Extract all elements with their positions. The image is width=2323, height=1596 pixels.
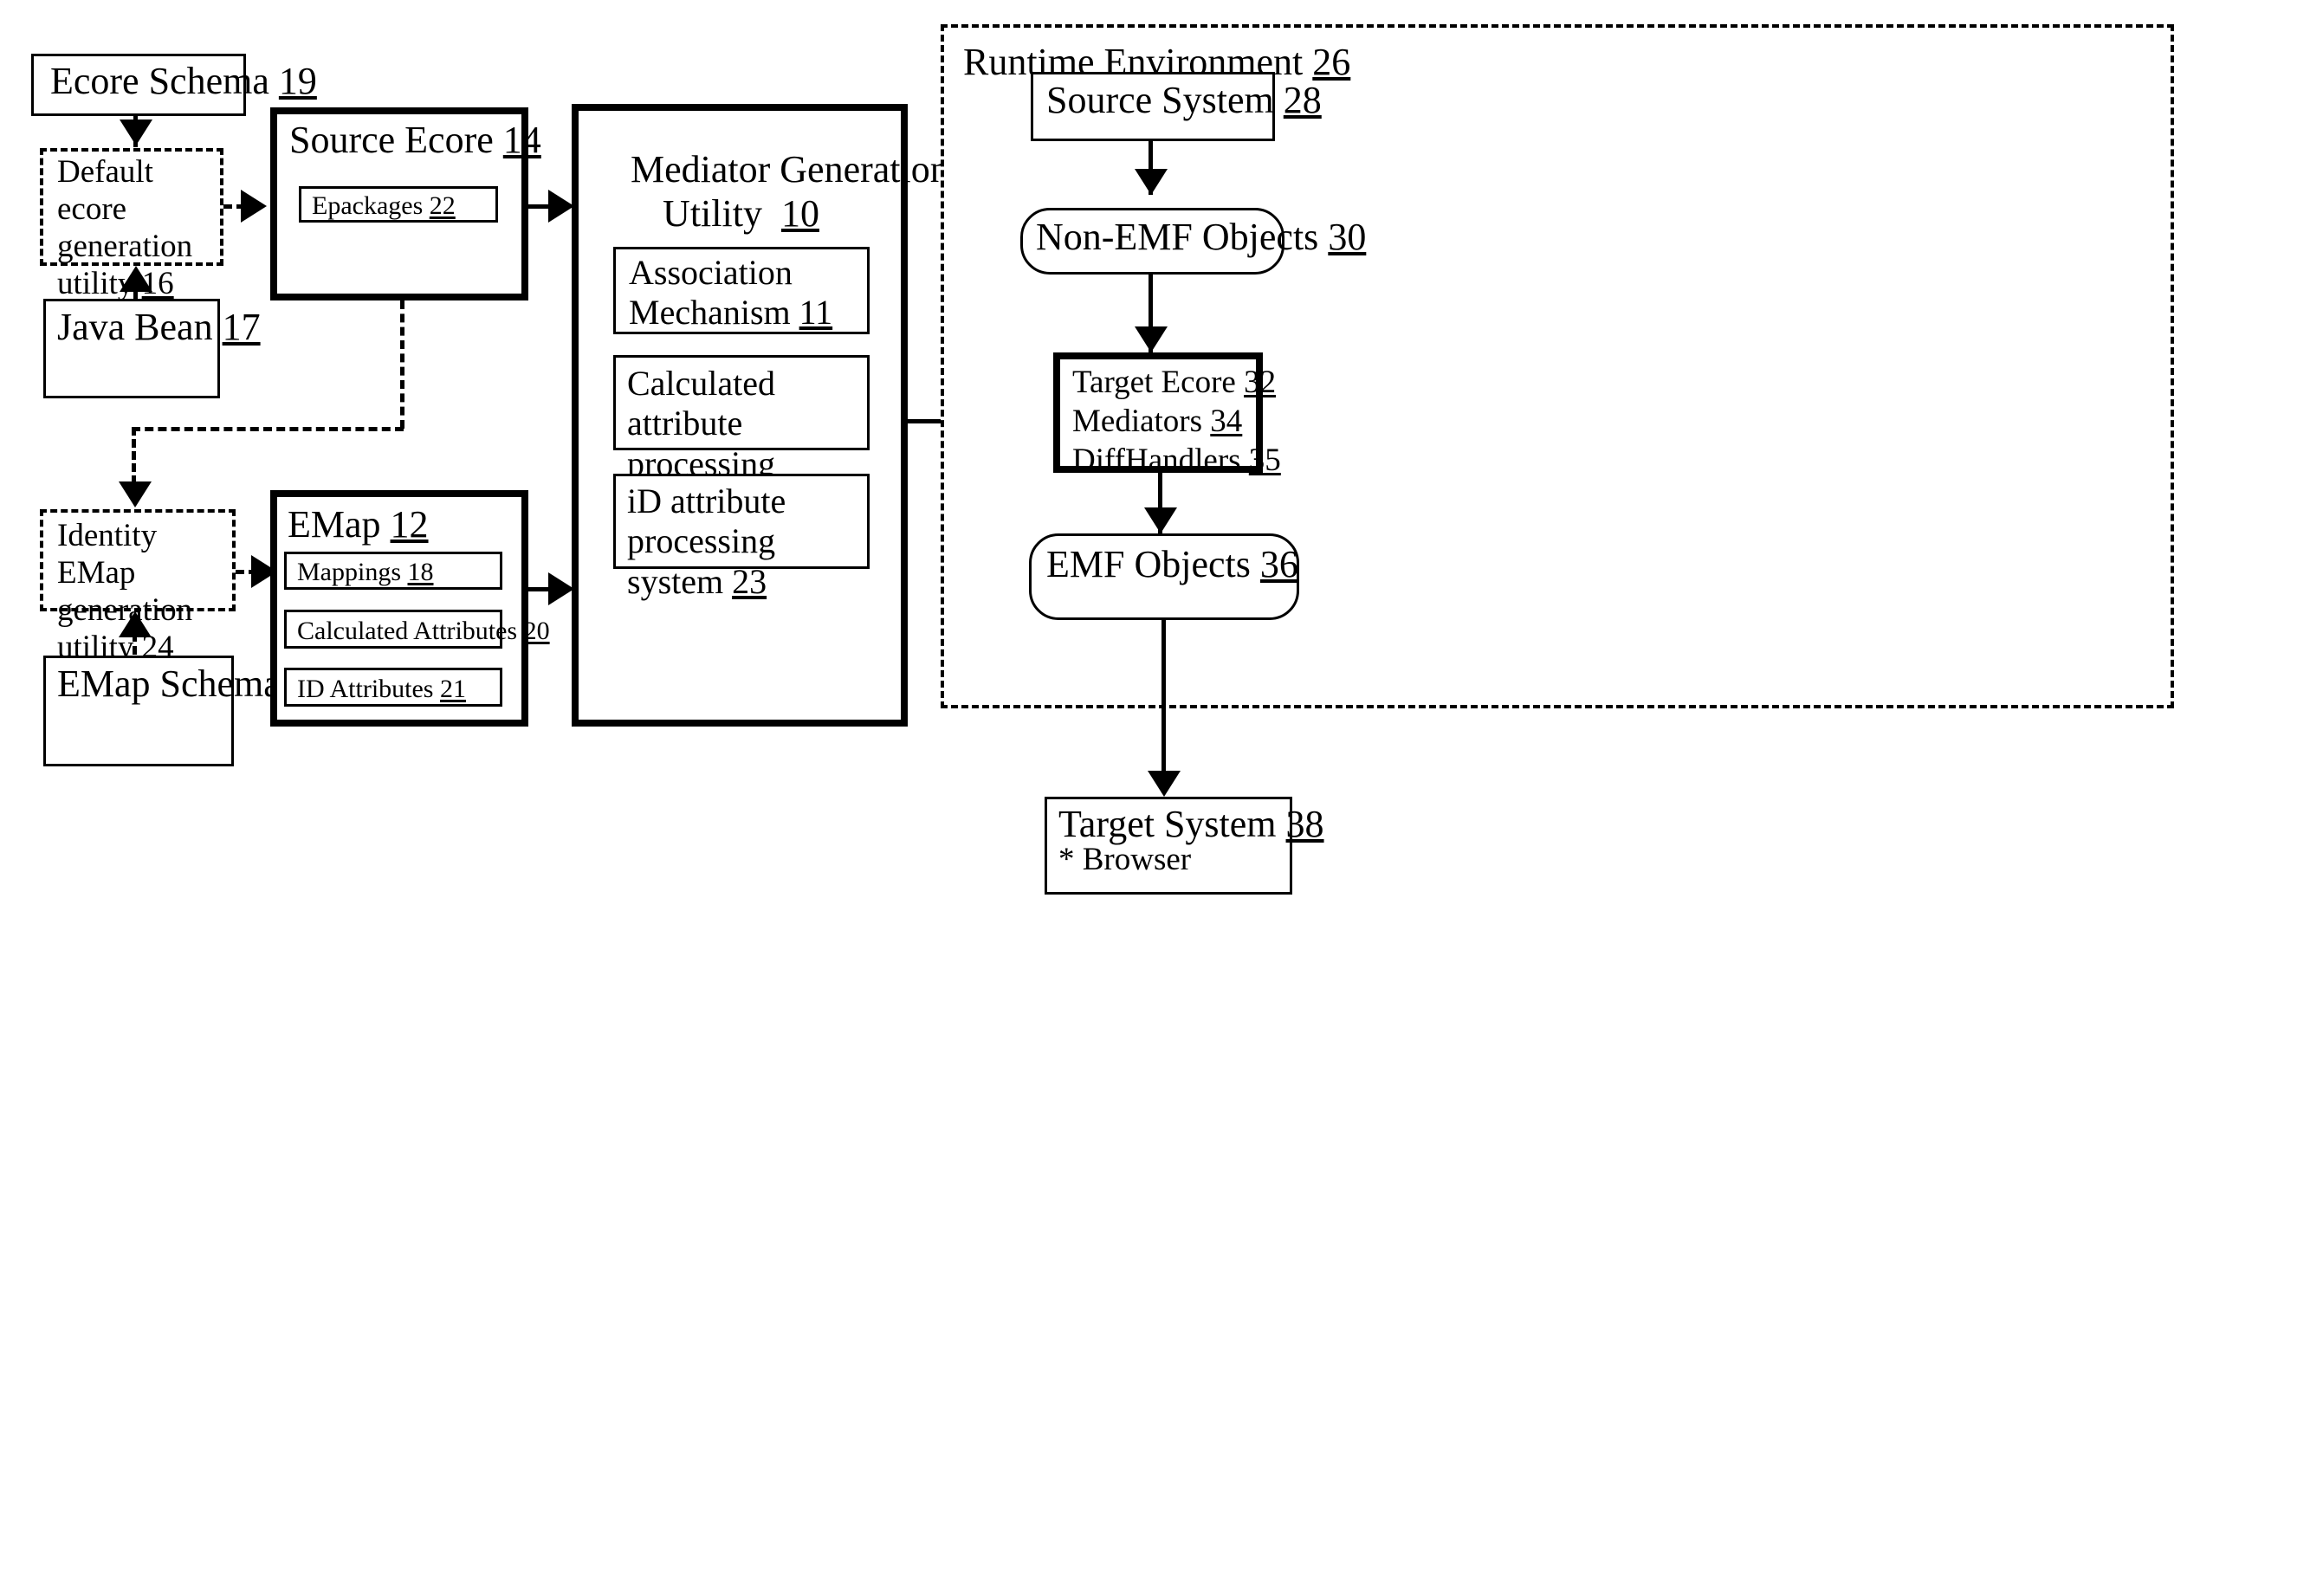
connector-source-ecore-elbow-left — [132, 427, 404, 431]
node-emap-label: EMap 12 — [288, 503, 429, 546]
node-target-system-bullet: * Browser — [1058, 842, 1192, 877]
connector-source-ecore-elbow-down — [400, 300, 404, 429]
node-source-system-label: Source System 28 — [1046, 79, 1322, 121]
arrowhead-down-target-system — [1148, 771, 1181, 797]
node-mediator-generation-utility-label: Mediator Generation Utility 10 — [631, 148, 949, 236]
node-non-emf-objects-label: Non-EMF Objects 30 — [1036, 216, 1367, 258]
arrowhead-down-target-ecore — [1135, 326, 1168, 352]
arrowhead-up-default-utility — [120, 266, 152, 292]
figure-canvas: Ecore Schema 19 Default ecore generation… — [0, 0, 2323, 1596]
connector-emf-objects-to-target-system — [1162, 620, 1166, 793]
node-emf-objects-label: EMF Objects 36 — [1046, 543, 1298, 585]
arrowhead-down-emf-objects — [1144, 507, 1177, 533]
arrowhead-right-mediator-bottom — [548, 572, 574, 605]
node-identity-emap-generation-utility-label: Identity EMap generation utility 24 — [57, 518, 193, 665]
node-calculated-attributes-label: Calculated Attributes 20 — [297, 617, 550, 645]
connector-source-ecore-elbow-into-identity — [132, 427, 136, 484]
node-target-ecore-group-label: Target Ecore 32 Mediators 34 DiffHandler… — [1072, 365, 1281, 479]
arrowhead-down-non-emf — [1135, 169, 1168, 195]
node-association-mechanism-label: Association Mechanism 11 — [629, 253, 833, 333]
node-ecore-schema-label: Ecore Schema 19 — [50, 60, 317, 102]
node-target-system-label: Target System 38 — [1058, 803, 1324, 845]
node-source-ecore-label: Source Ecore 14 — [289, 119, 541, 161]
arrowhead-up-identity-utility — [119, 611, 152, 637]
arrowhead-right-mediator-top — [548, 190, 574, 223]
arrowhead-down-identity-utility — [119, 481, 152, 507]
node-java-bean-label: Java Bean 17 — [57, 306, 261, 348]
arrowhead-down-default-utility — [120, 120, 152, 145]
node-id-attribute-processing-system-label: iD attribute processing system 23 — [627, 481, 786, 601]
node-id-attributes-label: ID Attributes 21 — [297, 675, 466, 703]
arrowhead-right-source-ecore — [241, 190, 267, 223]
node-mappings-label: Mappings 18 — [297, 558, 434, 586]
node-epackages-label: Epackages 22 — [312, 191, 456, 220]
